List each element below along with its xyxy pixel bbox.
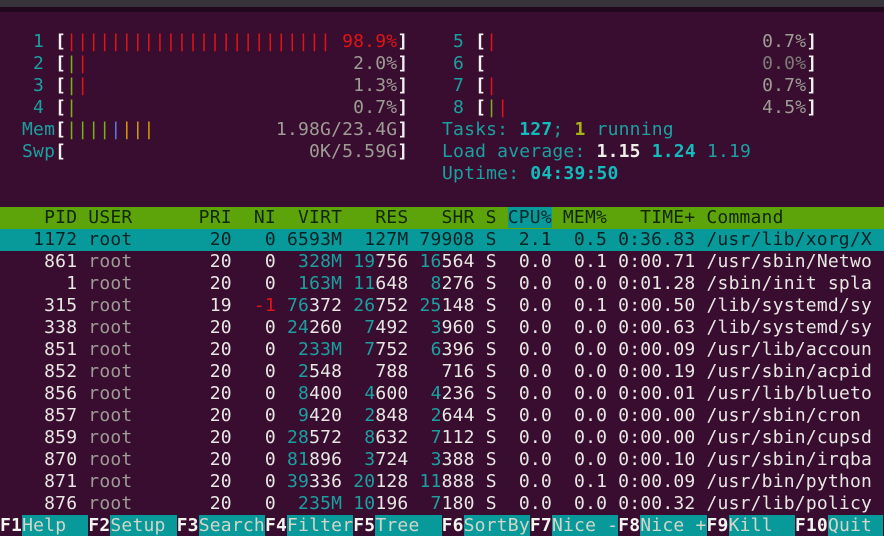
process-row-315[interactable]: 315 root 19 -1 76372 26752 25148 S 0.0 0…: [0, 295, 884, 317]
tasks-line: Tasks: 127; 1 running: [442, 119, 674, 140]
meter-bar: | 0.7%: [66, 97, 398, 118]
meter-bar: 0K/5.59G: [308, 141, 398, 162]
cpu-meter-4: 4 [| 0.7%]: [22, 97, 409, 118]
fn-key-f2[interactable]: F2: [88, 515, 110, 536]
process-row-338[interactable]: 338 root 20 0 24260 7492 3960 S 0.0 0.0 …: [0, 317, 884, 339]
cpu-meter-1: 1 [|||||||||||||||||||||||| 98.9%]: [22, 31, 409, 52]
meter-bar: || 2.0%: [66, 53, 398, 74]
meter-bar: || 1.3%: [66, 75, 398, 96]
fn-key-f1[interactable]: F1: [0, 515, 22, 536]
fn-button-nice-[interactable]: Nice -: [551, 515, 619, 536]
fn-button-help[interactable]: Help: [22, 515, 89, 536]
fn-key-f10[interactable]: F10: [795, 515, 828, 536]
process-row-852[interactable]: 852 root 20 0 2548 788 716 S 0.0 0.0 0:0…: [0, 361, 884, 383]
process-row-856[interactable]: 856 root 20 0 8400 4600 4236 S 0.0 0.0 0…: [0, 383, 884, 405]
load-average-line: Load average: 1.15 1.24 1.19: [442, 141, 752, 162]
fn-key-f7[interactable]: F7: [530, 515, 552, 536]
fn-key-f6[interactable]: F6: [442, 515, 464, 536]
cpu-meter-2: 2 [|| 2.0%]: [22, 53, 409, 74]
selected-process-row-1172[interactable]: 1172 root 20 0 6593M 127M 79908 S 2.1 0.…: [0, 229, 884, 251]
fn-button-kill[interactable]: Kill: [728, 515, 795, 536]
sort-column-cpu[interactable]: CPU%: [507, 207, 552, 228]
meter-bar: |||||||||||||||||||||||| 98.9%: [66, 31, 398, 52]
meter-bar: 0.0%: [762, 53, 807, 74]
desktop-top-bar-shadow: [0, 7, 884, 12]
table-header[interactable]: PID USER PRI NI VIRT RES SHR S CPU% MEM%…: [0, 207, 884, 229]
fn-button-setup[interactable]: Setup: [110, 515, 177, 536]
uptime-line: Uptime: 04:39:50: [442, 163, 619, 184]
fn-key-f3[interactable]: F3: [177, 515, 199, 536]
fn-button-search[interactable]: Search: [198, 515, 265, 536]
cpu-meter-5: 5 [| 0.7%]: [442, 31, 818, 52]
process-row-859[interactable]: 859 root 20 0 28572 8632 7112 S 0.0 0.0 …: [0, 427, 884, 449]
terminal-window: 1 [|||||||||||||||||||||||| 98.9%] 2 [||…: [0, 0, 884, 536]
fn-button-quit[interactable]: Quit: [827, 515, 884, 536]
cpu-meter-7: 7 [| 0.7%]: [442, 75, 818, 96]
fn-key-f8[interactable]: F8: [618, 515, 640, 536]
process-row-861[interactable]: 861 root 20 0 328M 19756 16564 S 0.0 0.1…: [0, 251, 884, 273]
swp-meter: Swp[ 0K/5.59G]: [22, 141, 409, 162]
process-row-871[interactable]: 871 root 20 0 39336 20128 11888 S 0.0 0.…: [0, 471, 884, 493]
mem-meter: Mem[|||||||| 1.98G/23.4G]: [22, 119, 409, 140]
cpu-meter-8: 8 [|| 4.5%]: [442, 97, 818, 118]
fn-button-sortby[interactable]: SortBy: [463, 515, 530, 536]
fn-key-f5[interactable]: F5: [353, 515, 375, 536]
process-row-870[interactable]: 870 root 20 0 81896 3724 3388 S 0.0 0.0 …: [0, 449, 884, 471]
meter-bar: || 4.5%: [486, 97, 807, 118]
desktop-top-bar: [0, 0, 884, 7]
process-row-1[interactable]: 1 root 20 0 163M 11648 8276 S 0.0 0.0 0:…: [0, 273, 884, 295]
cpu-meter-3: 3 [|| 1.3%]: [22, 75, 409, 96]
fn-key-f4[interactable]: F4: [265, 515, 287, 536]
cpu-meter-6: 6 [ 0.0%]: [442, 53, 818, 74]
meter-bar: |||||||| 1.98G/23.4G: [66, 119, 398, 140]
fn-button-tree[interactable]: Tree: [375, 515, 442, 536]
meter-bar: | 0.7%: [486, 31, 807, 52]
process-row-876[interactable]: 876 root 20 0 235M 10196 7180 S 0.0 0.0 …: [0, 493, 884, 515]
process-row-851[interactable]: 851 root 20 0 233M 7752 6396 S 0.0 0.0 0…: [0, 339, 884, 361]
process-row-857[interactable]: 857 root 20 0 9420 2848 2644 S 0.0 0.0 0…: [0, 405, 884, 427]
fn-key-f9[interactable]: F9: [707, 515, 729, 536]
function-key-bar: F1Help F2Setup F3SearchF4FilterF5Tree F6…: [0, 515, 884, 536]
fn-button-filter[interactable]: Filter: [287, 515, 354, 536]
meter-bar: | 0.7%: [486, 75, 807, 96]
fn-button-nice-[interactable]: Nice +: [640, 515, 707, 536]
